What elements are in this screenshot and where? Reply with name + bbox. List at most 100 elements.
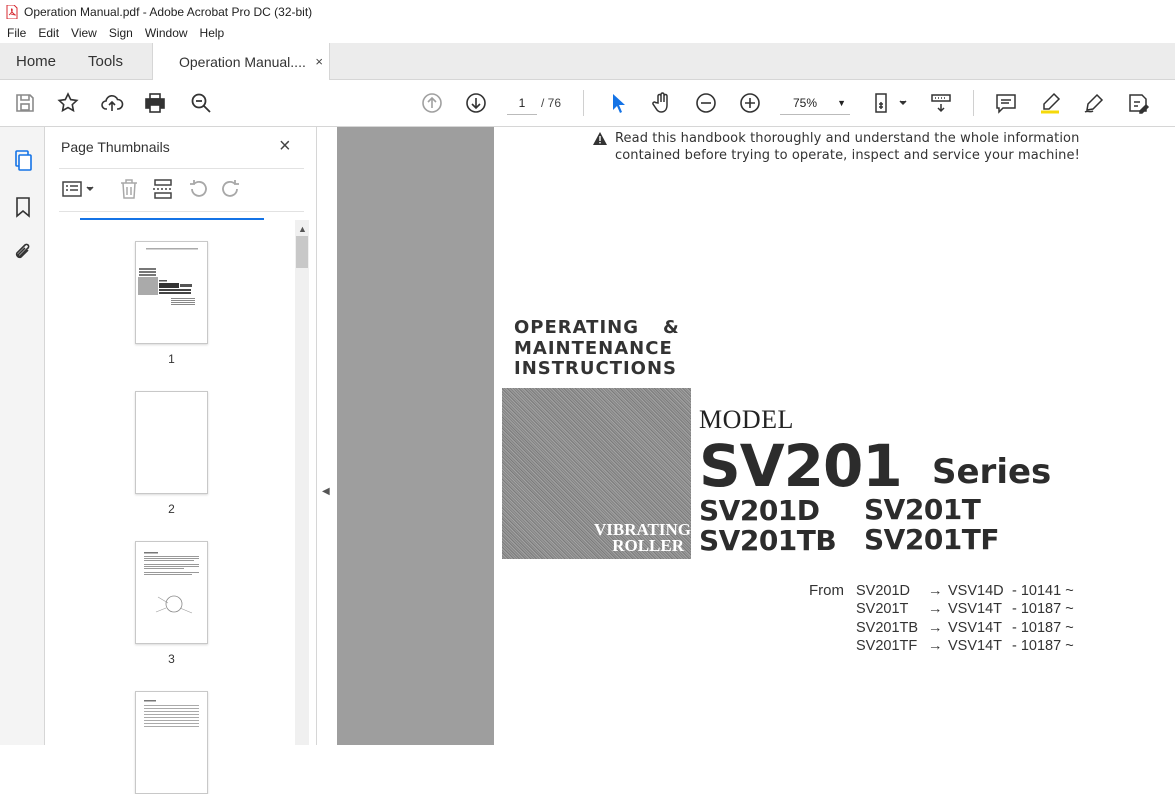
thumbnail-label-3: 3 — [168, 652, 175, 666]
serial-number: - 10187 ~ — [1012, 601, 1074, 618]
previous-page-icon[interactable] — [420, 91, 444, 115]
options-menu-icon[interactable] — [61, 177, 95, 201]
tab-tools[interactable]: Tools — [88, 43, 123, 80]
close-tab-icon[interactable]: × — [315, 54, 323, 69]
heading-line-3: INSTRUCTIONS — [514, 358, 677, 379]
serial-model: SV201TF — [856, 637, 918, 654]
variant-sv201tb: SV201TB — [699, 524, 837, 557]
heading-line-1: OPERATING — [514, 317, 639, 338]
scroll-mode-icon[interactable] — [929, 91, 953, 115]
thumbnail-page-3[interactable] — [135, 541, 208, 644]
draw-sign-icon[interactable] — [1082, 91, 1106, 115]
panel-active-indicator — [80, 218, 264, 220]
zoom-level-select[interactable]: 75% ▼ — [780, 91, 850, 115]
tab-document[interactable]: Operation Manual.... × — [152, 43, 330, 81]
heading-ampersand: & — [663, 317, 680, 338]
acrobat-pdf-icon — [6, 4, 18, 19]
menu-bar: File Edit View Sign Window Help — [0, 23, 1175, 43]
menu-file[interactable]: File — [1, 26, 32, 40]
zoom-out-icon[interactable] — [694, 91, 718, 115]
notice-line-1: Read this handbook thoroughly and unders… — [615, 131, 1080, 146]
serial-model: SV201T — [856, 601, 909, 618]
menu-help[interactable]: Help — [194, 26, 231, 40]
serial-prefix: VSV14D — [948, 583, 1004, 599]
document-page: Read this handbook thoroughly and unders… — [494, 127, 1175, 745]
serial-number-list: SV201D → VSV14D - 10141 ~ SV201T → VSV14T - 10… — [856, 582, 1074, 655]
panel-splitter[interactable] — [317, 127, 337, 745]
comment-icon[interactable] — [994, 91, 1018, 115]
serial-prefix: VSV14T — [948, 601, 1002, 618]
chevron-down-icon: ▼ — [837, 98, 846, 108]
serial-row: SV201T → VSV14T - 10187 ~ — [856, 600, 1074, 618]
arrow-icon: → — [928, 583, 943, 599]
serial-row: SV201TF → VSV14T - 10187 ~ — [856, 637, 1074, 655]
serial-number: - 10141 ~ — [1012, 583, 1074, 599]
serial-from-label: From — [809, 582, 844, 599]
bookmark-star-icon[interactable] — [56, 91, 80, 115]
thumbnail-page-4[interactable] — [135, 691, 208, 794]
manual-heading: OPERATING & MAINTENANCE INSTRUCTIONS — [514, 317, 680, 380]
zoom-in-icon[interactable] — [738, 91, 762, 115]
toolbar: 1 / 76 75% ▼ — [0, 80, 1175, 127]
highlight-pen-icon[interactable] — [1038, 91, 1062, 115]
model-label: MODEL — [699, 405, 794, 434]
scroll-up-icon[interactable]: ▲ — [298, 224, 307, 234]
search-zoom-icon[interactable] — [189, 91, 213, 115]
thumbnail-page-1[interactable] — [135, 241, 208, 344]
machine-photo: VIBRATING ROLLER — [502, 388, 691, 559]
page-number-input[interactable]: 1 — [507, 91, 537, 115]
page-thumbnails-icon[interactable] — [11, 148, 35, 172]
model-name: SV201 — [699, 432, 903, 500]
warning-notice: Read this handbook thoroughly and unders… — [593, 130, 1080, 164]
variant-sv201t: SV201T — [864, 493, 981, 526]
thumbnail-label-2: 2 — [168, 502, 175, 516]
tab-document-label: Operation Manual.... — [179, 54, 306, 70]
serial-number: - 10187 ~ — [1012, 619, 1074, 636]
tab-home[interactable]: Home — [16, 43, 56, 80]
attachments-icon[interactable] — [11, 241, 35, 265]
toolbar-divider — [973, 90, 974, 116]
photo-caption: VIBRATING ROLLER — [594, 521, 691, 555]
menu-edit[interactable]: Edit — [32, 26, 65, 40]
menu-sign[interactable]: Sign — [103, 26, 139, 40]
print-icon[interactable] — [143, 91, 167, 115]
rotate-right-icon[interactable] — [219, 177, 243, 201]
serial-prefix: VSV14T — [948, 637, 1002, 654]
serial-prefix: VSV14T — [948, 619, 1002, 636]
next-page-icon[interactable] — [464, 91, 488, 115]
select-cursor-icon[interactable] — [606, 91, 630, 115]
bookmarks-icon[interactable] — [11, 195, 35, 219]
title-bar: Operation Manual.pdf - Adobe Acrobat Pro… — [0, 0, 1175, 23]
variant-sv201tf: SV201TF — [864, 523, 1000, 556]
page-thumbnails-panel: Page Thumbnails × 1 2 3 ▲ — [45, 127, 317, 794]
notice-line-2: contained before trying to operate, insp… — [615, 148, 1080, 163]
serial-row: SV201D → VSV14D - 10141 ~ — [856, 582, 1074, 600]
warning-triangle-icon — [593, 132, 607, 145]
variant-sv201d: SV201D — [699, 494, 820, 527]
rotate-left-icon[interactable] — [186, 177, 210, 201]
upload-cloud-icon[interactable] — [100, 91, 124, 115]
toolbar-divider — [583, 90, 584, 116]
extract-page-icon[interactable] — [151, 177, 175, 201]
heading-line-2: MAINTENANCE — [514, 337, 673, 359]
arrow-icon: → — [928, 637, 943, 654]
tab-bar: Home Tools Operation Manual.... × — [0, 43, 1175, 81]
close-panel-icon[interactable]: × — [279, 135, 291, 158]
menu-view[interactable]: View — [65, 26, 103, 40]
thumbnail-scrollbar[interactable]: ▲ — [295, 220, 309, 745]
collapse-panel-icon[interactable]: ◀ — [322, 486, 330, 497]
photo-caption-line-2: ROLLER — [612, 536, 684, 555]
scrollbar-thumb[interactable] — [296, 236, 308, 268]
thumbnail-page-2[interactable] — [135, 391, 208, 494]
page-total-label: / 76 — [541, 96, 562, 110]
fill-sign-icon[interactable] — [1126, 91, 1150, 115]
thumbnail-toolbar — [59, 168, 304, 212]
save-icon[interactable] — [13, 91, 37, 115]
model-series: Series — [932, 452, 1052, 492]
navigation-rail — [0, 127, 45, 745]
delete-page-icon[interactable] — [117, 177, 141, 201]
menu-window[interactable]: Window — [139, 26, 194, 40]
hand-tool-icon[interactable] — [650, 91, 674, 115]
serial-number: - 10187 ~ — [1012, 637, 1074, 654]
fit-page-icon[interactable] — [873, 91, 907, 115]
